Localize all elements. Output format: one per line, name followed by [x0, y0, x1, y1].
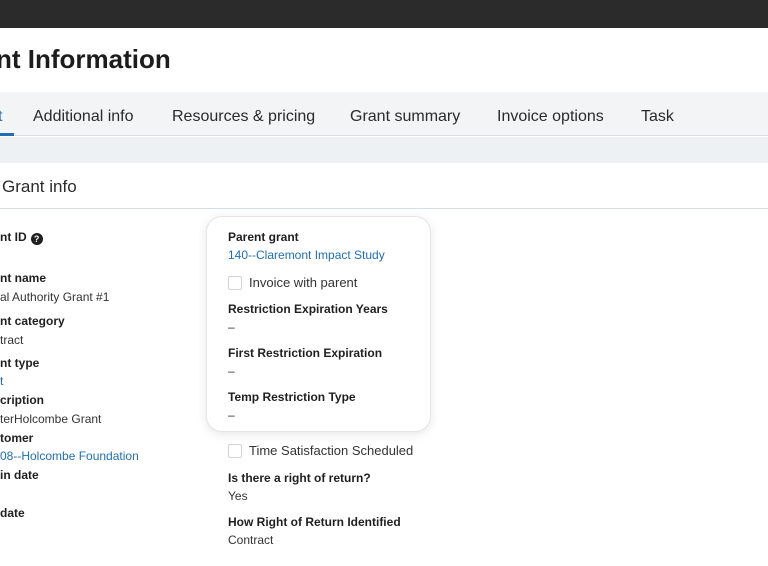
- invoice-with-parent-checkbox[interactable]: [228, 276, 242, 290]
- description-value: terHolcombe Grant: [0, 412, 102, 426]
- grant-category-value: tract: [0, 333, 24, 347]
- first-restriction-expiration-label: First Restriction Expiration: [228, 346, 383, 360]
- page-title: nt Information: [0, 44, 171, 74]
- how-identified-label: How Right of Return Identified: [228, 515, 401, 529]
- description-label: cription: [0, 393, 44, 407]
- how-identified-value: Contract: [228, 533, 274, 547]
- temp-restriction-type-value: –: [228, 408, 235, 422]
- grant-name-label: nt name: [0, 271, 47, 285]
- tab-invoice-options[interactable]: Invoice options: [497, 92, 604, 136]
- first-restriction-expiration-value: –: [228, 364, 235, 378]
- tab-task[interactable]: Task: [641, 92, 674, 136]
- section-header: Grant info: [0, 163, 768, 209]
- tab-general[interactable]: t: [0, 92, 14, 136]
- grant-id-label: nt ID?: [0, 230, 43, 245]
- parent-grant-label: Parent grant: [228, 230, 299, 244]
- end-date-label: date: [0, 506, 25, 520]
- restriction-expiration-years-value: –: [228, 320, 235, 334]
- restriction-expiration-years-label: Restriction Expiration Years: [228, 302, 388, 316]
- begin-date-label: in date: [0, 468, 39, 482]
- grant-type-link[interactable]: t: [0, 374, 3, 388]
- section-title: Grant info: [2, 177, 77, 196]
- sub-toolbar-band: [0, 137, 768, 163]
- time-satisfaction-checkbox[interactable]: [228, 444, 242, 458]
- invoice-with-parent-label: Invoice with parent: [249, 275, 358, 290]
- customer-label: tomer: [0, 431, 34, 445]
- tab-strip: t Additional info Resources & pricing Gr…: [0, 92, 768, 136]
- time-satisfaction-label: Time Satisfaction Scheduled: [249, 443, 414, 458]
- grant-category-label: nt category: [0, 314, 65, 328]
- parent-grant-link[interactable]: 140--Claremont Impact Study: [228, 248, 385, 262]
- right-of-return-value: Yes: [228, 489, 248, 503]
- tab-additional-info[interactable]: Additional info: [33, 92, 134, 136]
- grant-name-value: al Authority Grant #1: [0, 290, 110, 304]
- invoice-with-parent-row[interactable]: Invoice with parent: [228, 275, 357, 290]
- customer-link[interactable]: 08--Holcombe Foundation: [0, 449, 139, 463]
- grant-type-label: nt type: [0, 356, 40, 370]
- temp-restriction-type-label: Temp Restriction Type: [228, 390, 356, 404]
- time-satisfaction-row[interactable]: Time Satisfaction Scheduled: [228, 443, 413, 458]
- right-of-return-label: Is there a right of return?: [228, 471, 371, 485]
- tab-resources-pricing[interactable]: Resources & pricing: [172, 92, 315, 136]
- tab-grant-summary[interactable]: Grant summary: [350, 92, 460, 136]
- help-icon[interactable]: ?: [30, 233, 43, 245]
- grant-id-label-text: nt ID: [0, 230, 27, 244]
- window-top-bar: [0, 0, 768, 28]
